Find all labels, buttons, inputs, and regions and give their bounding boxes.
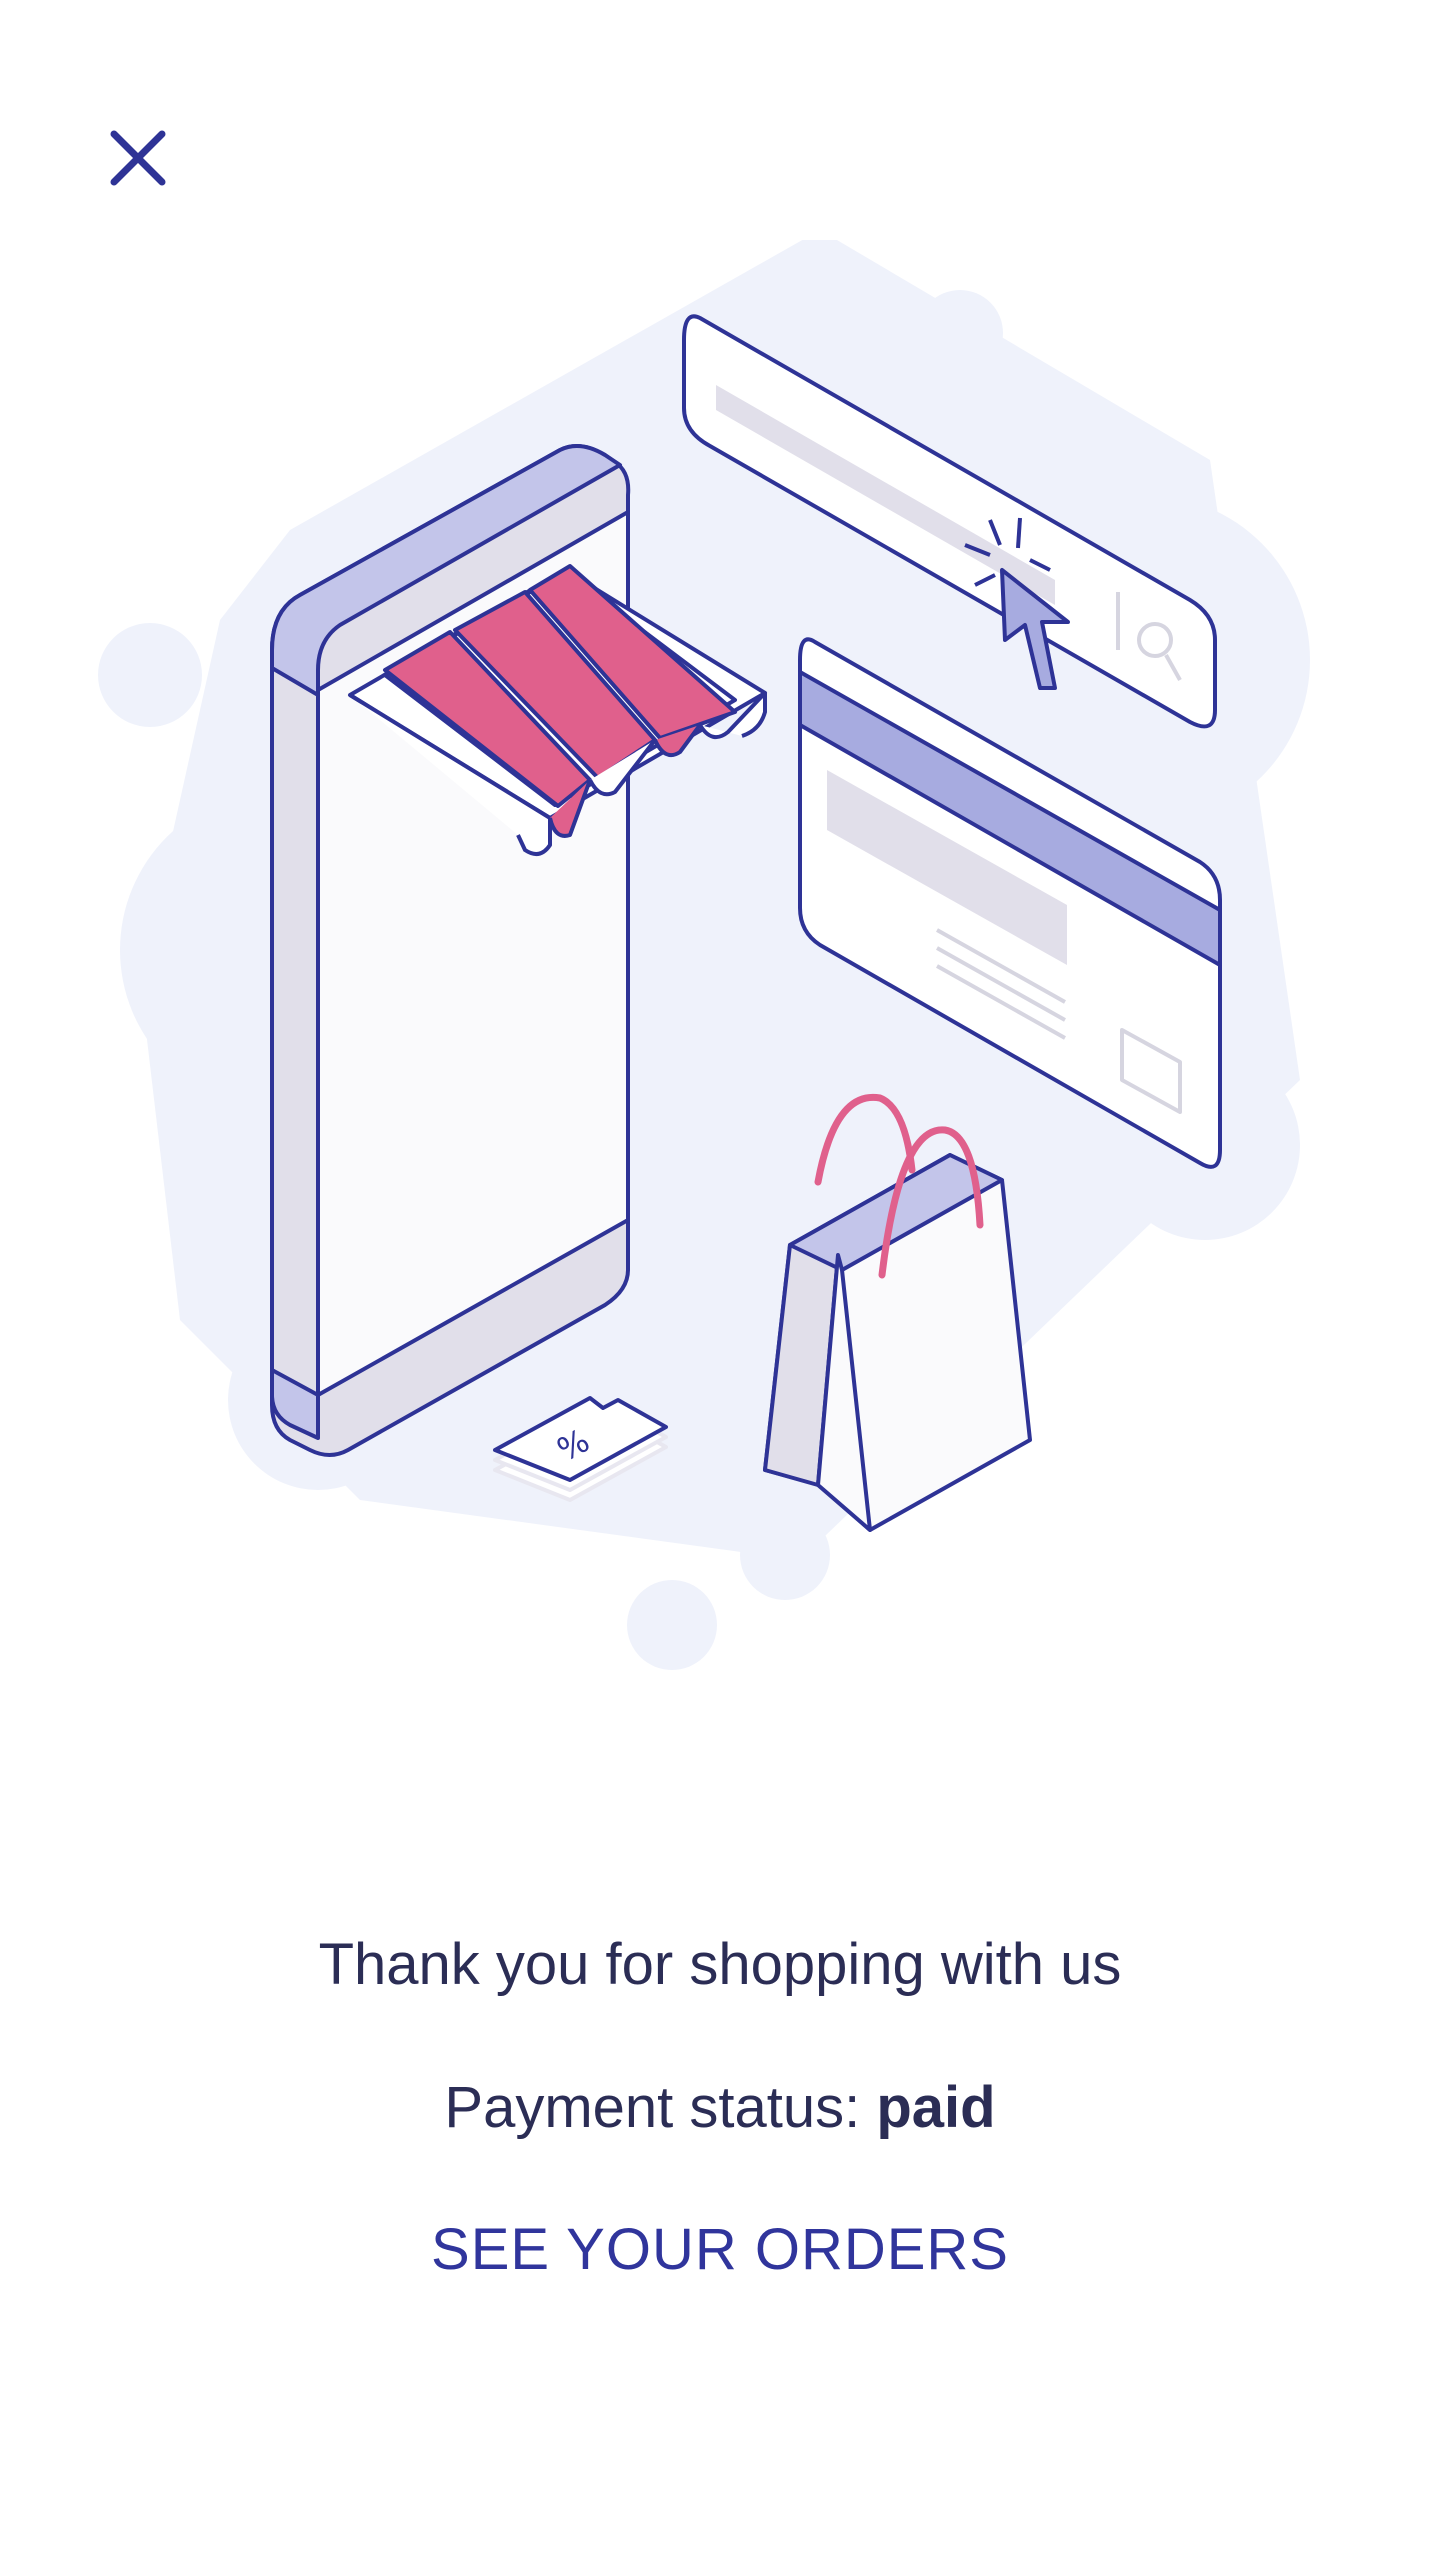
payment-status-value: paid [876, 2075, 996, 2140]
close-icon [110, 130, 166, 186]
thank-you-message: Thank you for shopping with us [318, 1932, 1122, 1997]
shopping-illustration: % [98, 240, 1310, 1670]
see-your-orders-link[interactable]: SEE YOUR ORDERS [0, 2210, 1440, 2290]
payment-status: Payment status: paid [0, 2068, 1440, 2148]
payment-status-label: Payment status: [444, 2075, 877, 2140]
close-button[interactable] [100, 120, 176, 196]
